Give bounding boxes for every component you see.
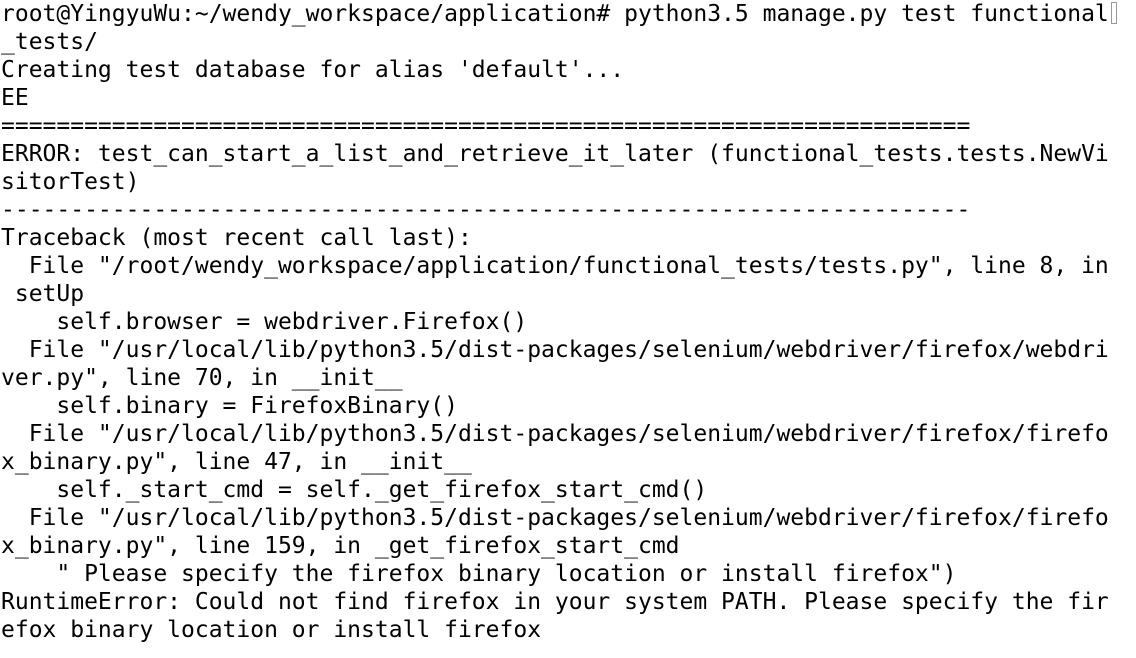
terminal-window[interactable]: root@YingyuWu:~/wendy_workspace/applicat… bbox=[0, 0, 1136, 658]
terminal-line: Creating test database for alias 'defaul… bbox=[1, 57, 625, 83]
terminal-line: _tests/ bbox=[1, 29, 98, 55]
runtime-error-line: efox binary location or install firefox bbox=[1, 617, 542, 643]
traceback-line: x_binary.py", line 47, in __init__ bbox=[1, 449, 472, 475]
traceback-line: File "/usr/local/lib/python3.5/dist-pack… bbox=[1, 421, 1109, 447]
traceback-line: " Please specify the firefox binary loca… bbox=[1, 561, 957, 587]
traceback-line: File "/root/wendy_workspace/application/… bbox=[1, 253, 1109, 279]
traceback-line: x_binary.py", line 159, in _get_firefox_… bbox=[1, 533, 680, 559]
separator-line: ----------------------------------------… bbox=[1, 197, 971, 223]
command-text: root@YingyuWu:~/wendy_workspace/applicat… bbox=[1, 1, 1109, 27]
traceback-line: self.binary = FirefoxBinary() bbox=[1, 393, 458, 419]
terminal-line: EE bbox=[1, 85, 29, 111]
separator-line: ========================================… bbox=[1, 113, 971, 139]
traceback-line: File "/usr/local/lib/python3.5/dist-pack… bbox=[1, 337, 1109, 363]
traceback-line: File "/usr/local/lib/python3.5/dist-pack… bbox=[1, 505, 1109, 531]
terminal-line-prompt: root@YingyuWu:~/wendy_workspace/applicat… bbox=[1, 0, 1136, 28]
traceback-line: setUp bbox=[1, 281, 85, 307]
error-line: ERROR: test_can_start_a_list_and_retriev… bbox=[1, 141, 1109, 167]
cursor-icon bbox=[1110, 2, 1117, 24]
runtime-error-line: RuntimeError: Could not find firefox in … bbox=[1, 589, 1109, 615]
terminal-line: sitorTest) bbox=[1, 169, 140, 195]
traceback-line: self._start_cmd = self._get_firefox_star… bbox=[1, 477, 708, 503]
traceback-line: ver.py", line 70, in __init__ bbox=[1, 365, 403, 391]
traceback-header: Traceback (most recent call last): bbox=[1, 225, 472, 251]
traceback-line: self.browser = webdriver.Firefox() bbox=[1, 309, 528, 335]
